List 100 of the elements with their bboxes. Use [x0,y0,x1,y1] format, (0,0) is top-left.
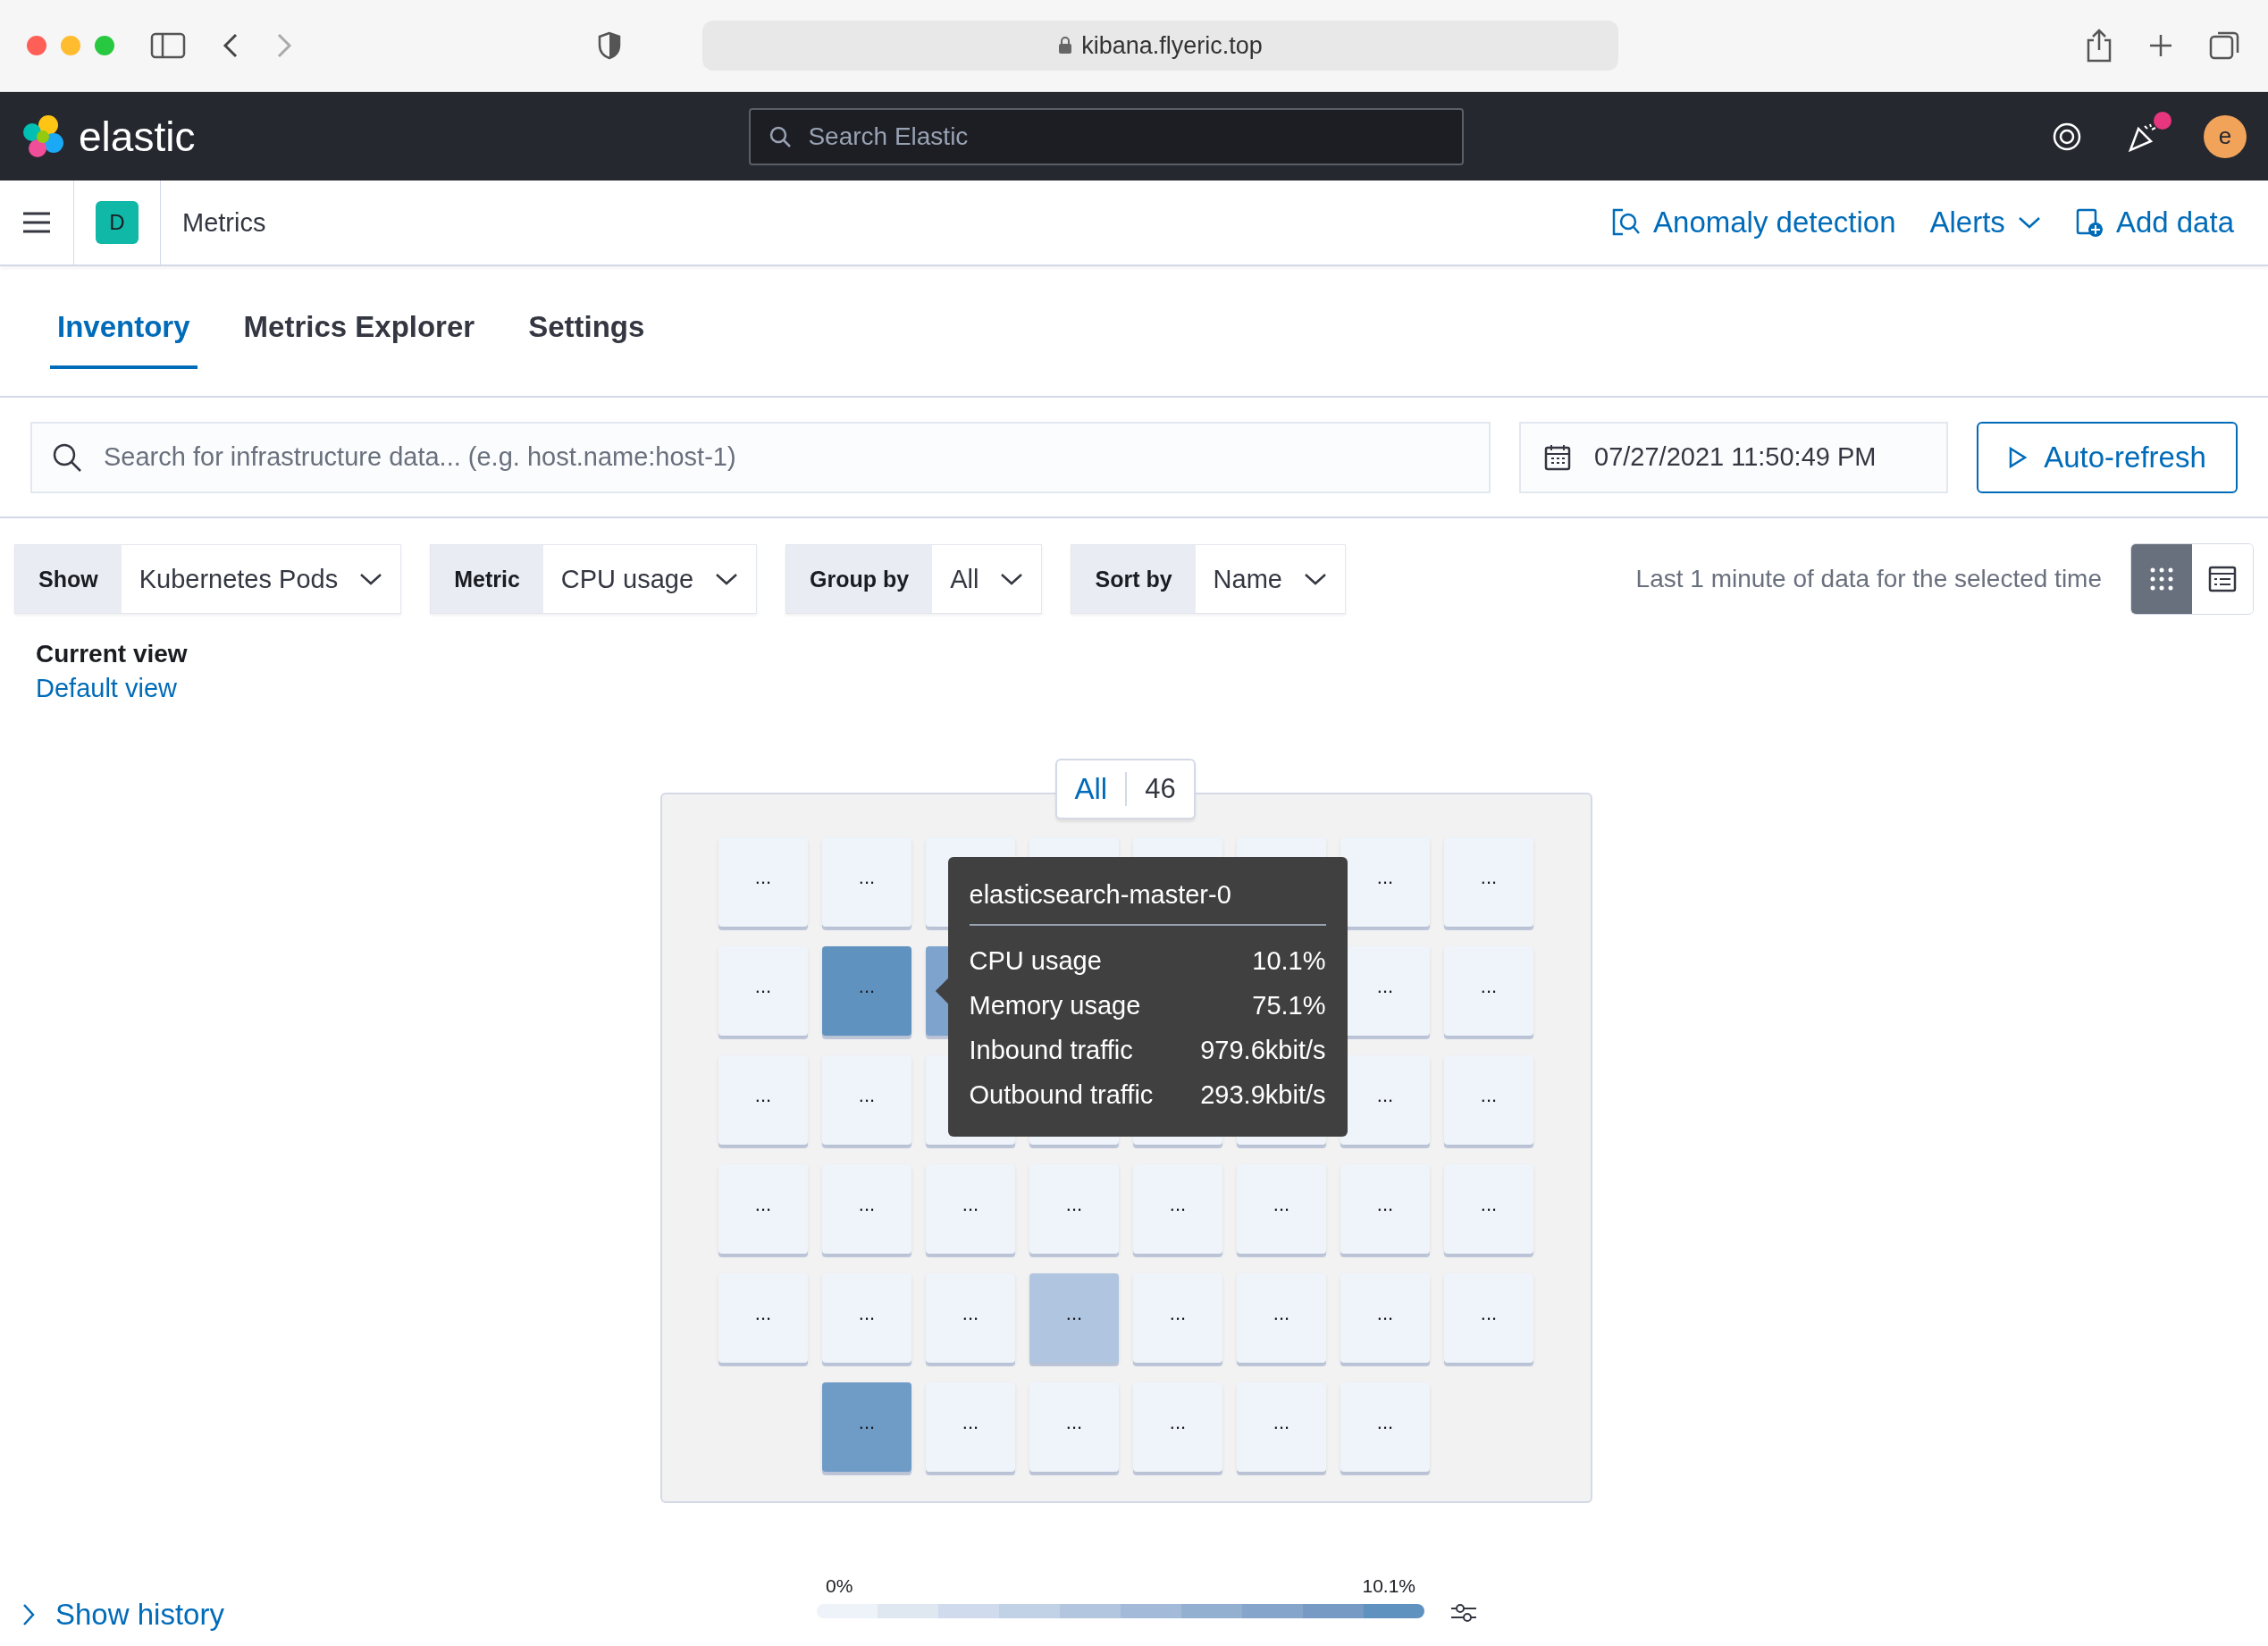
search-icon [52,441,82,473]
metric-value: 293.9kbit/s [1200,1079,1326,1111]
pod-tile[interactable]: ... [1340,837,1430,927]
page-title: Metrics [182,207,266,238]
close-window-icon[interactable] [27,36,46,55]
user-avatar[interactable]: e [2204,114,2247,158]
map-view-button[interactable] [2131,544,2192,614]
pod-tile[interactable]: ... [1340,1164,1430,1254]
pod-tile[interactable]: ... [822,1055,911,1145]
metric-value: 10.1% [1252,945,1326,977]
pod-tile[interactable]: ... [1029,1273,1119,1363]
add-data-icon [2074,207,2104,238]
pod-tile[interactable]: ... [1444,837,1533,927]
pod-tile[interactable]: ... [1029,1382,1119,1472]
chevron-down-icon [359,572,383,586]
pod-tile[interactable]: ... [718,946,808,1036]
pod-tile[interactable]: ... [1237,1273,1326,1363]
search-field[interactable]: Search Elastic [806,121,1445,152]
pod-tile[interactable]: ... [1133,1273,1222,1363]
filter-dropdown[interactable]: Kubernetes Pods [121,545,401,613]
filter-dropdown[interactable]: Name [1195,545,1345,613]
pod-tile[interactable]: ... [926,1273,1015,1363]
filter-label: Metric [431,545,543,613]
metric-label: Inbound traffic [969,1035,1133,1066]
pod-tile[interactable]: ... [718,1273,808,1363]
address-bar[interactable]: kibana.flyeric.top [702,21,1618,71]
chevron-down-icon [1303,572,1327,586]
pod-tile[interactable]: ... [1444,1055,1533,1145]
tab[interactable]: Inventory [50,310,197,369]
tab[interactable]: Metrics Explorer [236,310,483,369]
filter-label: Sort by [1071,545,1196,613]
back-icon[interactable] [222,32,239,59]
chevron-down-icon [715,572,739,586]
pod-tile[interactable]: ... [1340,1273,1430,1363]
pod-tile[interactable]: ... [822,946,911,1036]
play-icon [2008,445,2029,469]
metric-label: Memory usage [969,990,1141,1021]
filter-label: Group by [786,545,933,613]
chevron-down-icon [1000,572,1024,586]
brand-name: elastic [79,112,196,161]
pod-tile[interactable]: ... [926,1382,1015,1472]
menu-icon[interactable] [21,210,52,235]
plus-icon[interactable] [2148,33,2173,58]
table-icon [2208,566,2237,592]
pod-tile[interactable]: ... [1237,1164,1326,1254]
pod-tile[interactable]: ... [822,837,911,927]
chevron-right-icon [21,1603,36,1626]
tab[interactable]: Settings [521,310,652,369]
search-box[interactable]: Search Elastic [749,107,1465,165]
share-icon[interactable] [2086,29,2113,63]
group-name-link[interactable]: All [1056,772,1128,806]
add-data-link[interactable]: Add data [2074,206,2234,239]
pod-tile[interactable]: ... [1029,1164,1119,1254]
metric-label: Outbound traffic [969,1079,1154,1111]
shield-icon[interactable] [597,31,622,60]
tabs-icon[interactable] [2209,29,2241,62]
search-icon [769,124,793,148]
chevron-down-icon [2017,215,2041,230]
calendar-icon [1544,443,1571,471]
help-icon[interactable] [2052,121,2082,152]
filter-dropdown[interactable]: CPU usage [542,545,757,613]
group-count: 46 [1144,773,1177,805]
pod-tile[interactable]: ... [1237,1382,1326,1472]
time-note: Last 1 minute of data for the selected time [1635,565,2102,593]
anomaly-detection-link[interactable]: Anomaly detection [1610,206,1896,239]
legend-max-label: 10.1% [1362,1575,1415,1597]
pod-tile[interactable]: ... [1444,1273,1533,1363]
filter-label: Show [15,545,122,613]
grid-icon [2150,567,2173,591]
default-view-link[interactable]: Default view [36,674,177,703]
pod-tile[interactable]: ... [926,1164,1015,1254]
pod-tile[interactable]: ... [822,1164,911,1254]
pod-tile[interactable]: ... [718,1164,808,1254]
search-field[interactable]: Search for infrastructure data... (e.g. host.name:host-1) [102,441,1469,473]
lock-icon [1058,37,1073,55]
elastic-logo-icon [21,113,66,159]
pod-tile[interactable]: ... [1340,1055,1430,1145]
metric-value: 75.1% [1252,990,1326,1021]
metric-value: 979.6kbit/s [1200,1035,1326,1066]
pod-tile[interactable]: ... [1133,1164,1222,1254]
pod-tile[interactable]: ... [822,1273,911,1363]
pod-tile[interactable]: ... [1133,1382,1222,1472]
pod-tile[interactable]: ... [718,1055,808,1145]
show-history-link[interactable]: Show history [21,1562,817,1632]
filter-dropdown[interactable]: All [932,545,1042,613]
magnifier-icon [1610,207,1641,238]
pod-tile[interactable]: ... [718,837,808,927]
legend-min-label: 0% [826,1575,853,1597]
tooltip-title: elasticsearch-master-0 [969,880,1326,926]
current-view-title: Current view [36,640,189,668]
alerts-menu[interactable]: Alerts [1929,206,2041,239]
pod-tile[interactable]: ... [1444,1164,1533,1254]
sliders-icon[interactable] [1449,1601,1478,1625]
pod-tile[interactable]: ... [1340,1382,1430,1472]
sidebar-icon[interactable] [150,32,186,59]
pod-tile[interactable]: ... [1444,946,1533,1036]
space-avatar[interactable]: D [96,201,139,244]
auto-refresh-button[interactable]: Auto-refresh [1977,421,2238,493]
pod-tile[interactable]: ... [822,1382,911,1472]
date-picker[interactable]: 07/27/2021 11:50:49 PM [1519,421,1948,493]
